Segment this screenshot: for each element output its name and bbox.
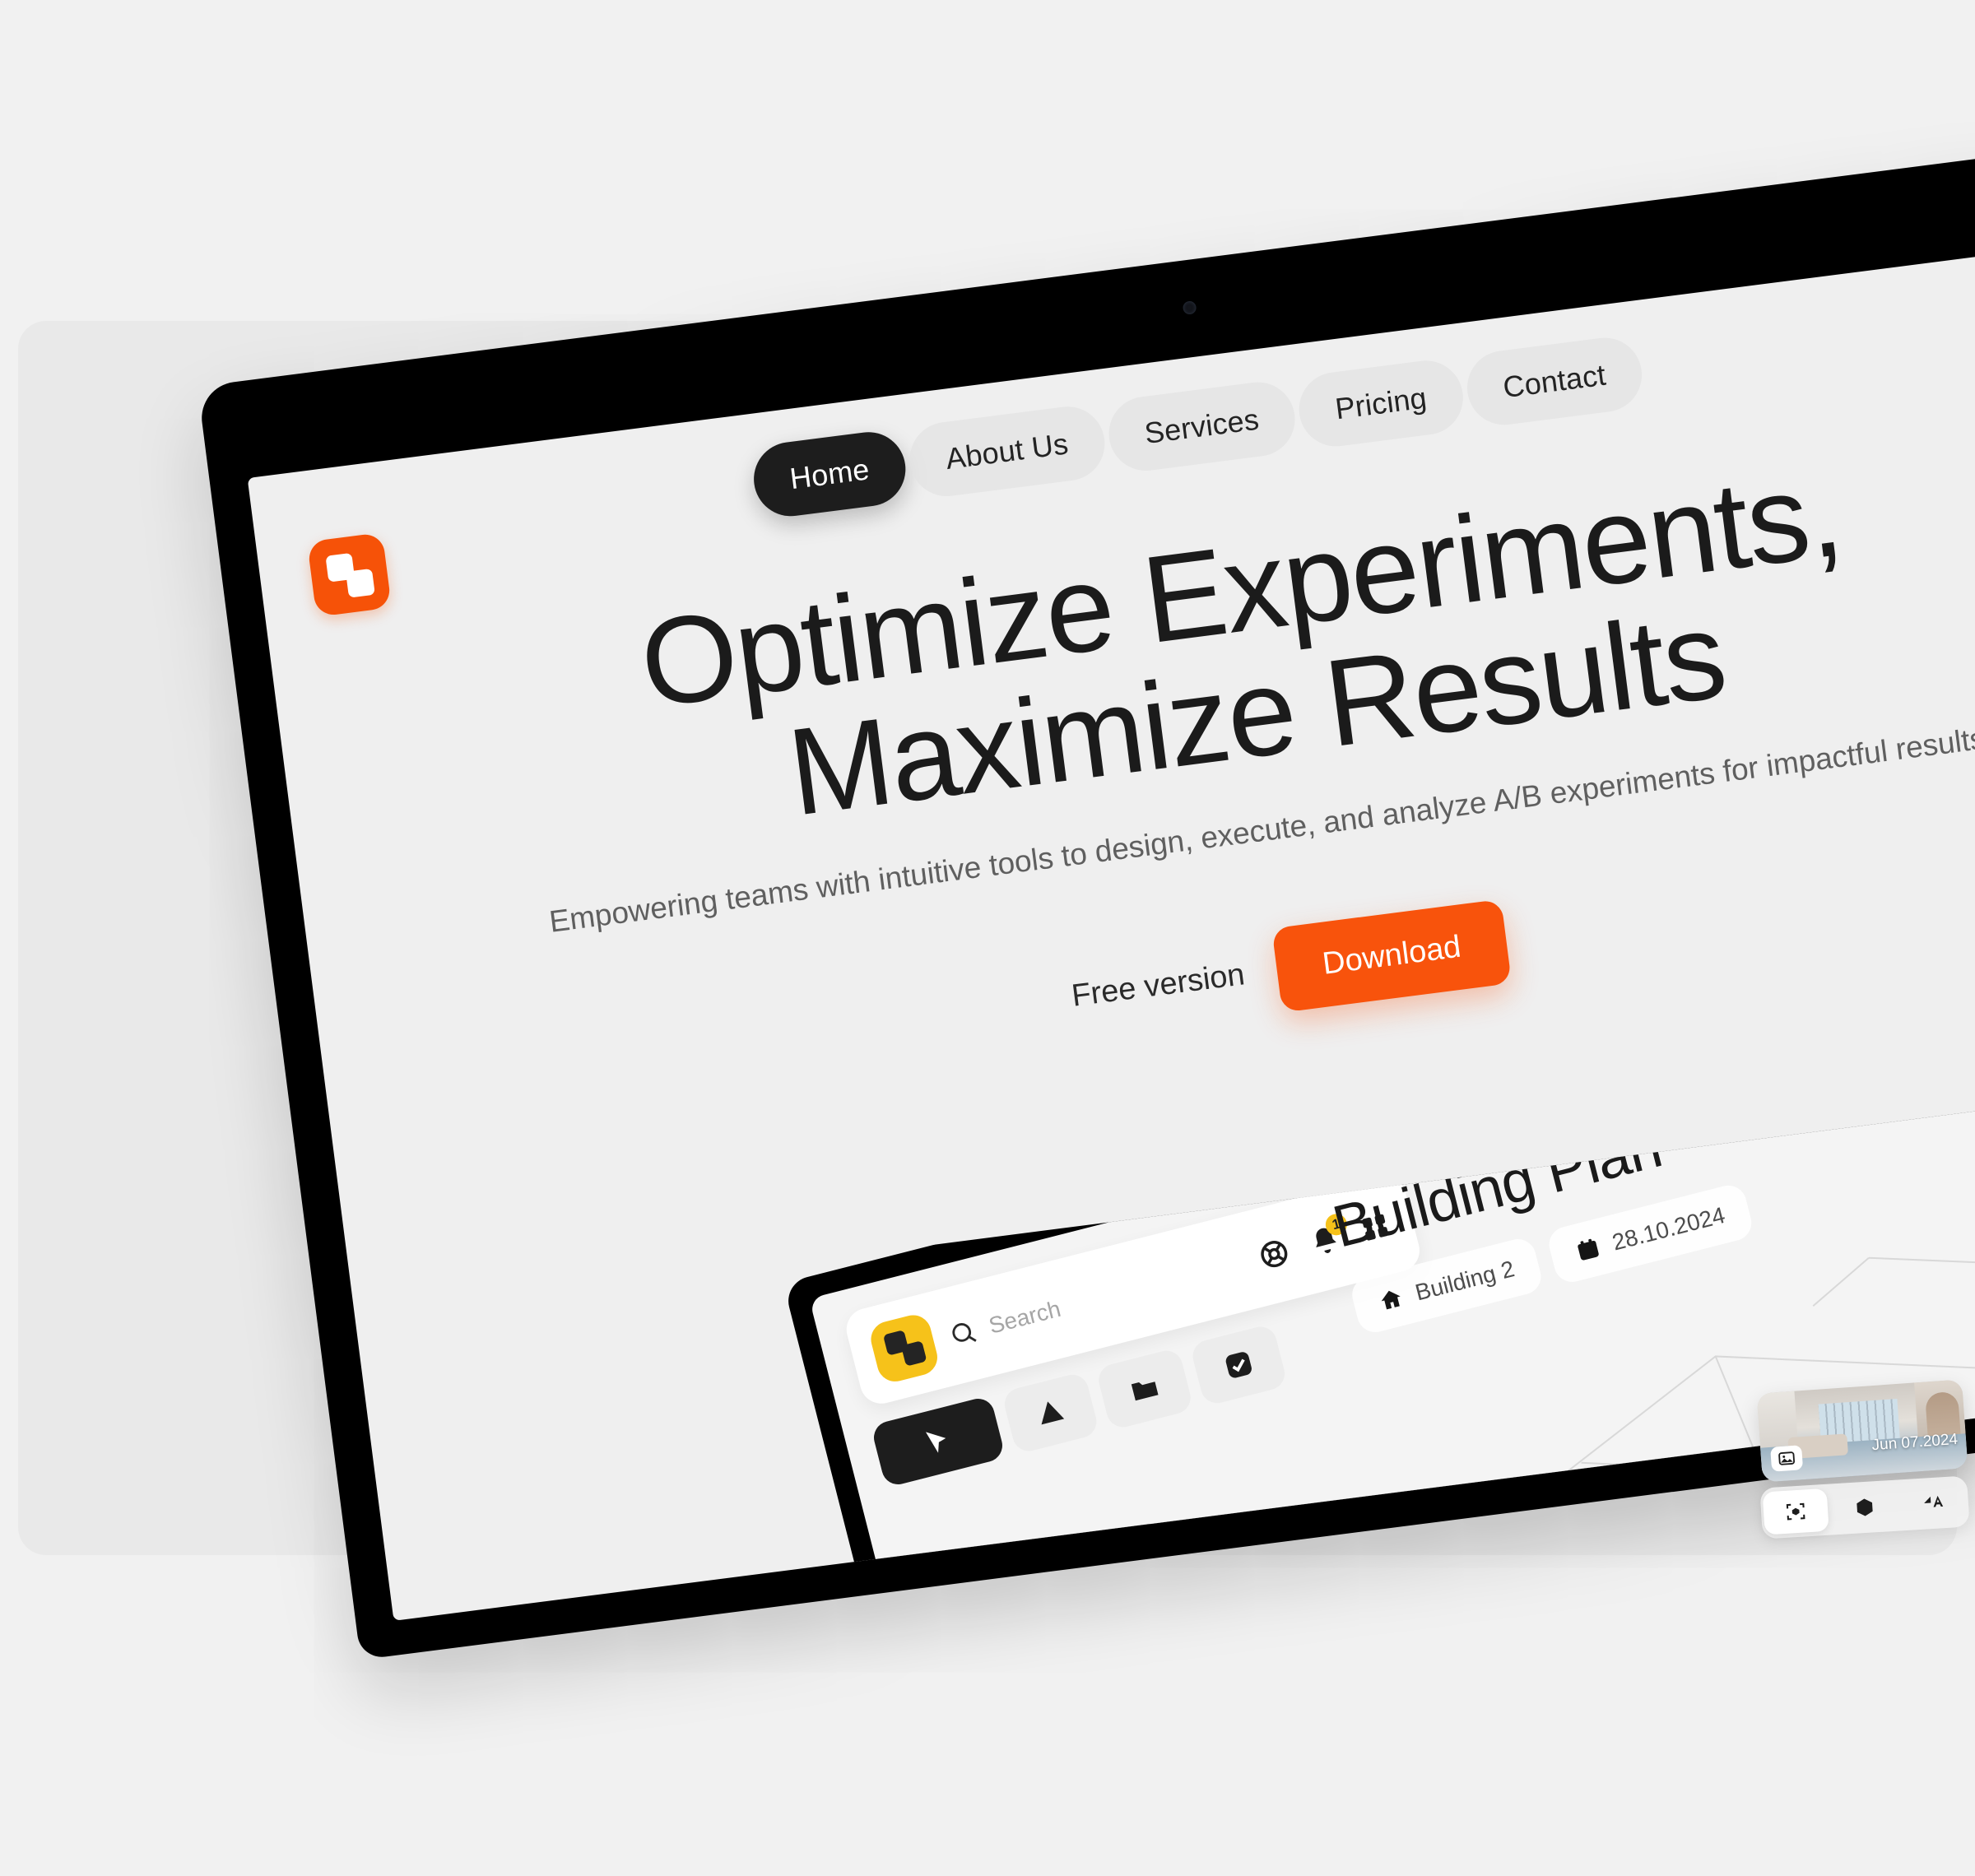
panorama-toolbar <box>1759 1475 1970 1539</box>
app-logo-icon[interactable] <box>867 1311 941 1386</box>
nav-item-about-us[interactable]: About Us <box>905 402 1109 501</box>
app-logo-square-bottom <box>900 1340 927 1367</box>
logo-square-bottom <box>346 568 375 598</box>
folder-tool[interactable] <box>1094 1347 1194 1431</box>
nav-item-pricing[interactable]: Pricing <box>1294 356 1467 451</box>
monitor-bezel: Home About Us Services Pricing Contact O… <box>198 130 1975 1660</box>
measure-text-icon[interactable] <box>1900 1480 1967 1527</box>
scan-cube-icon[interactable] <box>1762 1488 1829 1535</box>
help-icon[interactable] <box>1255 1235 1293 1273</box>
nav-item-services[interactable]: Services <box>1104 378 1300 476</box>
hero-section: Optimize Experiments, Maximize Results E… <box>269 403 1975 1135</box>
free-version-label: Free version <box>1069 956 1247 1014</box>
download-button[interactable]: Download <box>1271 899 1513 1013</box>
search-placeholder: Search <box>986 1295 1064 1339</box>
webcam-icon <box>1182 300 1197 315</box>
building-chip-label: Building 2 <box>1412 1256 1517 1306</box>
brand-logo-icon[interactable] <box>307 532 392 617</box>
monitor-wrapper: Home About Us Services Pricing Contact O… <box>0 0 1975 1876</box>
calendar-icon <box>1578 1238 1599 1261</box>
page-title: Optimize Experiments, Maximize Results <box>269 403 1975 899</box>
monitor-screen: Home About Us Services Pricing Contact O… <box>247 231 1975 1621</box>
nav-item-home[interactable]: Home <box>749 427 910 521</box>
panorama-panel: Jun 07.2024 <box>1756 1379 1975 1555</box>
search-input[interactable]: Search <box>946 1248 1247 1350</box>
cursor-tool[interactable] <box>870 1395 1006 1488</box>
shape-tool[interactable] <box>1001 1371 1100 1455</box>
image-icon[interactable] <box>1770 1445 1804 1472</box>
cube-icon[interactable] <box>1831 1484 1898 1531</box>
panorama-thumbnail[interactable]: Jun 07.2024 <box>1756 1379 1968 1483</box>
search-icon <box>952 1323 977 1342</box>
home-icon <box>1381 1290 1401 1310</box>
scene: Home About Us Services Pricing Contact O… <box>0 0 1975 1876</box>
nav-item-contact[interactable]: Contact <box>1462 333 1647 430</box>
check-tool[interactable] <box>1189 1323 1289 1407</box>
